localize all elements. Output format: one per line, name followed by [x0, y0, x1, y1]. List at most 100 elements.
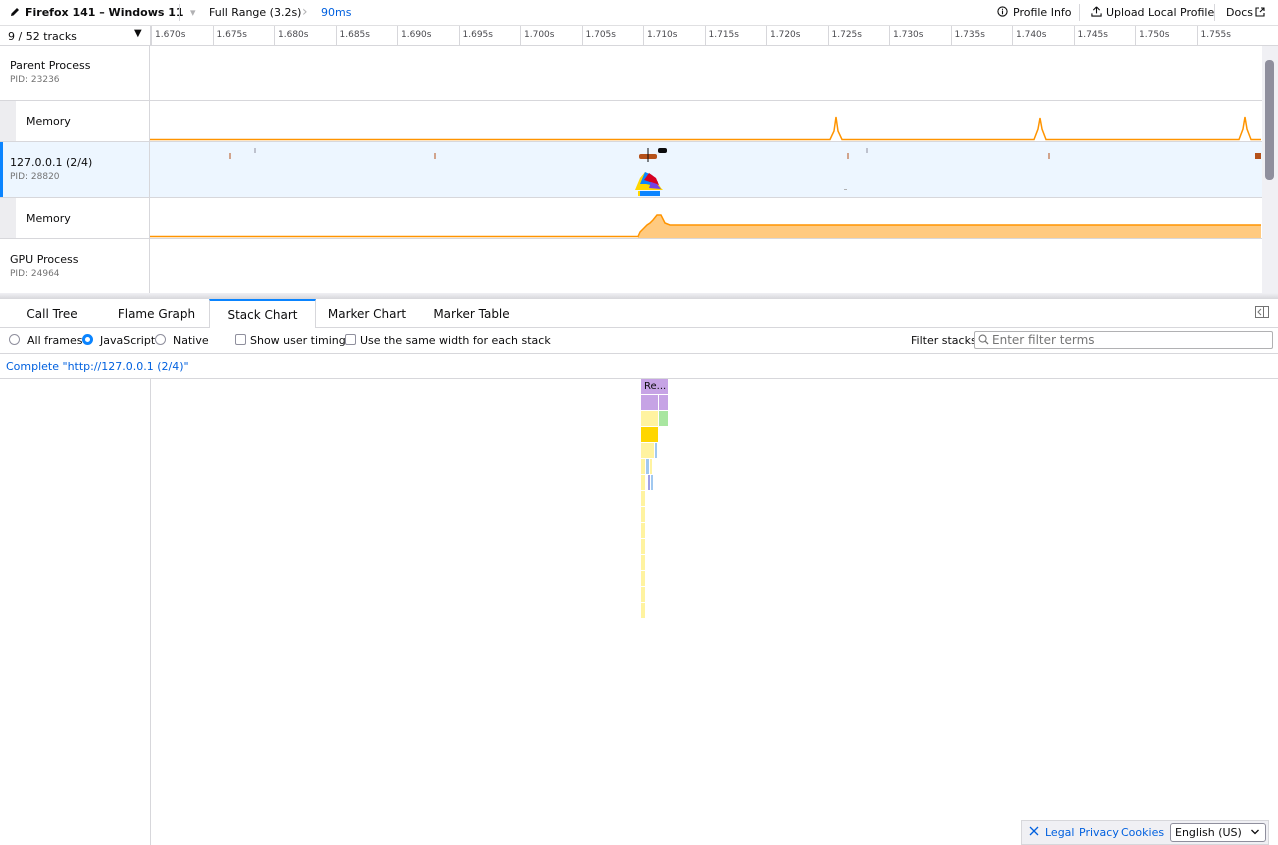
- stack-settings-bar: All frames JavaScript Native Show user t…: [0, 328, 1278, 354]
- language-select[interactable]: English (US): [1170, 823, 1266, 842]
- stack-frame[interactable]: [655, 443, 657, 458]
- checkbox-same-width[interactable]: [345, 334, 356, 345]
- track-graph-parent[interactable]: [150, 46, 1261, 100]
- tab-call-tree[interactable]: Call Tree: [0, 299, 104, 327]
- track-name: Parent Process: [10, 59, 91, 72]
- timeline-tick: 1.670s: [151, 26, 185, 45]
- tick-label: 1.725s: [831, 30, 862, 40]
- breadcrumb-zoom-range[interactable]: 90ms: [321, 0, 351, 25]
- track-content-process[interactable]: 127.0.0.1 (2/4) PID: 28820: [3, 142, 150, 197]
- scrollbar-thumb[interactable]: [1265, 60, 1274, 180]
- cookies-link[interactable]: Cookies: [1121, 821, 1164, 845]
- tab-stack-chart[interactable]: Stack Chart: [209, 299, 316, 328]
- tick-label: 1.735s: [954, 30, 985, 40]
- filter-stacks-input[interactable]: [991, 332, 1270, 348]
- radio-native[interactable]: [155, 334, 166, 345]
- docs-link[interactable]: Docs: [1226, 0, 1253, 25]
- legal-link[interactable]: Legal: [1045, 821, 1074, 845]
- filter-box[interactable]: [974, 331, 1273, 349]
- timeline-tick: 1.685s: [335, 26, 370, 45]
- radio-all-frames[interactable]: [9, 334, 20, 345]
- stack-frame[interactable]: [648, 475, 650, 490]
- chevron-right-icon: ›: [302, 4, 308, 20]
- timeline-tick: 1.690s: [397, 26, 431, 45]
- breadcrumb-complete[interactable]: Complete "http://127.0.0.1 (2/4)": [6, 360, 189, 373]
- stack-frame[interactable]: [641, 411, 658, 426]
- transform-breadcrumb: Complete "http://127.0.0.1 (2/4)": [0, 354, 1278, 379]
- tick-label: 1.715s: [708, 30, 739, 40]
- memory-graph-1[interactable]: [150, 101, 1261, 141]
- tab-marker-table[interactable]: Marker Table: [419, 299, 524, 327]
- label-all-frames[interactable]: All frames: [27, 328, 82, 353]
- stack-frame[interactable]: [641, 523, 645, 538]
- label-javascript[interactable]: JavaScript: [100, 328, 155, 353]
- tab-bar: Call Tree Flame Graph Stack Chart Marker…: [0, 299, 1278, 328]
- search-icon: [978, 334, 989, 348]
- breadcrumb-full-range[interactable]: Full Range (3.2s): [209, 0, 301, 25]
- stack-frame[interactable]: [641, 491, 645, 506]
- timeline-ruler[interactable]: 1.670s 1.675s 1.680s 1.685s 1.690s 1.695s 1.70…: [151, 26, 1278, 46]
- stack-frame[interactable]: [641, 603, 645, 618]
- label-native[interactable]: Native: [173, 328, 209, 353]
- track-memory-2[interactable]: Memory: [16, 198, 150, 238]
- tick-label: 1.690s: [401, 30, 432, 40]
- track-name: Memory: [26, 115, 71, 128]
- stack-frame[interactable]: [641, 395, 658, 410]
- stack-chart-canvas[interactable]: Re...: [151, 379, 1278, 845]
- language-value: English (US): [1175, 826, 1242, 839]
- stack-frame-top[interactable]: Re...: [641, 379, 668, 394]
- tab-flame-graph[interactable]: Flame Graph: [104, 299, 209, 327]
- profile-info-button[interactable]: Profile Info: [1013, 0, 1072, 25]
- edit-icon[interactable]: [10, 0, 20, 25]
- stack-frame[interactable]: [646, 459, 649, 474]
- memory-graph-2[interactable]: [150, 198, 1261, 238]
- stack-frame[interactable]: [641, 555, 645, 570]
- chevron-down-icon[interactable]: ▾: [190, 0, 196, 25]
- label-same-width[interactable]: Use the same width for each stack: [360, 328, 551, 353]
- stack-frame[interactable]: [641, 427, 658, 442]
- tick-label: 1.675s: [216, 30, 247, 40]
- triangle-down-icon: ▼: [134, 28, 142, 39]
- stack-frame[interactable]: [650, 459, 652, 474]
- privacy-link[interactable]: Privacy: [1079, 821, 1119, 845]
- stack-frame[interactable]: [641, 475, 645, 490]
- close-icon[interactable]: [1029, 826, 1039, 839]
- tick-label: 1.705s: [585, 30, 616, 40]
- filter-label: Filter stacks:: [911, 334, 981, 347]
- label-show-user-timing[interactable]: Show user timing: [250, 328, 346, 353]
- timeline-scrollbar[interactable]: [1262, 46, 1278, 293]
- tick-label: 1.755s: [1200, 30, 1231, 40]
- tab-marker-chart[interactable]: Marker Chart: [315, 299, 419, 327]
- track-gpu-process[interactable]: GPU Process PID: 24964: [0, 239, 150, 293]
- upload-profile-button[interactable]: Upload Local Profile: [1106, 0, 1214, 25]
- stack-frame[interactable]: [659, 395, 668, 410]
- tick-label: 1.745s: [1077, 30, 1108, 40]
- stack-frame[interactable]: [641, 539, 645, 554]
- timeline-tick: 1.695s: [458, 26, 493, 45]
- stack-frame[interactable]: [641, 571, 645, 586]
- track-pid: PID: 23236: [10, 75, 60, 85]
- checkbox-show-user-timing[interactable]: [235, 334, 246, 345]
- footer-links: Legal Privacy Cookies English (US): [1021, 820, 1269, 845]
- profile-name[interactable]: Firefox 141 – Windows 11: [25, 0, 184, 25]
- sidebar-toggle-icon[interactable]: [1255, 306, 1269, 321]
- radio-javascript[interactable]: [82, 334, 93, 345]
- stack-frame[interactable]: [659, 411, 668, 426]
- tick-label: 1.670s: [155, 30, 186, 40]
- timeline-tick: 1.740s: [1012, 26, 1046, 45]
- track-count-button[interactable]: 9 / 52 tracks ▼: [0, 26, 151, 46]
- track-graph-gpu[interactable]: [150, 239, 1261, 293]
- stack-frame[interactable]: [641, 459, 645, 474]
- track-parent-process[interactable]: Parent Process PID: 23236: [0, 46, 150, 100]
- external-link-icon: [1255, 0, 1265, 25]
- tick-label: 1.710s: [647, 30, 678, 40]
- stack-frame[interactable]: [641, 587, 645, 602]
- stack-frame[interactable]: [651, 475, 653, 490]
- stack-frame[interactable]: [641, 507, 645, 522]
- activity-graph-content[interactable]: [150, 142, 1261, 197]
- track-pid: PID: 24964: [10, 269, 60, 279]
- stack-frame[interactable]: [641, 443, 654, 458]
- tick-label: 1.685s: [339, 30, 370, 40]
- timeline-tick: 1.720s: [766, 26, 800, 45]
- track-memory-1[interactable]: Memory: [16, 101, 150, 141]
